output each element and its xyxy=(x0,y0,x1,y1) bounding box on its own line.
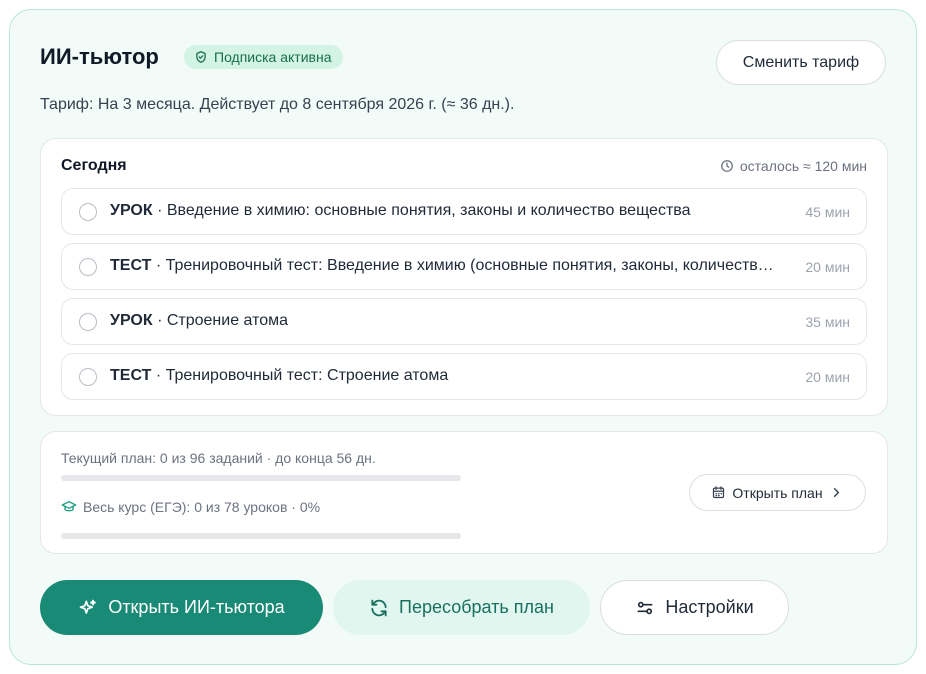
task-checkbox[interactable] xyxy=(79,313,97,331)
badge-label: Подписка активна xyxy=(214,49,332,65)
open-tutor-label: Открыть ИИ-тьютора xyxy=(108,597,285,617)
subscription-status-badge: Подписка активна xyxy=(184,45,344,69)
task-type: ТЕСТ xyxy=(110,367,152,384)
rebuild-plan-label: Пересобрать план xyxy=(399,597,554,617)
task-checkbox[interactable] xyxy=(79,203,97,221)
task-duration: 20 мин xyxy=(805,259,850,275)
task-type: УРОК xyxy=(110,312,153,329)
task-title: · Строение атома xyxy=(152,312,289,329)
task-title: · Введение в химию: основные понятия, за… xyxy=(152,202,691,219)
calendar-icon xyxy=(713,486,725,499)
change-tariff-button[interactable]: Сменить тариф xyxy=(716,40,886,85)
task-item[interactable]: ТЕСТ · Тренировочный тест: Строение атом… xyxy=(61,353,867,400)
course-progress-bar xyxy=(61,533,461,539)
task-label: УРОК · Строение атома xyxy=(110,312,782,330)
current-plan-progress-label: Текущий план: 0 из 96 заданий · до конца… xyxy=(61,450,376,466)
chevron-right-icon xyxy=(833,488,839,497)
progress-panel: Текущий план: 0 из 96 заданий · до конца… xyxy=(40,431,888,554)
task-duration: 20 мин xyxy=(805,369,850,385)
rebuild-plan-button[interactable]: Пересобрать план xyxy=(333,580,590,635)
course-progress-label: Весь курс (ЕГЭ): 0 из 78 уроков · 0% xyxy=(61,499,320,515)
open-plan-label: Открыть план xyxy=(732,484,823,501)
graduation-cap-icon xyxy=(61,501,77,512)
task-type: УРОК xyxy=(110,202,153,219)
task-duration: 45 мин xyxy=(805,204,850,220)
task-label: ТЕСТ · Тренировочный тест: Введение в хи… xyxy=(110,257,782,275)
settings-button[interactable]: Настройки xyxy=(600,580,789,635)
task-title: · Тренировочный тест: Введение в химию (… xyxy=(151,257,782,274)
current-plan-progress-bar xyxy=(61,475,461,481)
task-item[interactable]: ТЕСТ · Тренировочный тест: Введение в хи… xyxy=(61,243,867,290)
task-title: · Тренировочный тест: Строение атома xyxy=(151,367,449,384)
page-title: ИИ-тьютор xyxy=(40,44,159,69)
tariff-info: Тариф: На 3 месяца. Действует до 8 сентя… xyxy=(40,96,515,113)
task-type: ТЕСТ xyxy=(110,257,152,274)
refresh-icon xyxy=(371,599,387,616)
sparkles-icon xyxy=(79,599,97,614)
task-duration: 35 мин xyxy=(805,314,850,330)
task-item[interactable]: УРОК · Строение атома 35 мин xyxy=(61,298,867,345)
tutor-card: ИИ-тьютор Подписка активна Сменить тариф… xyxy=(9,9,917,665)
time-remaining: осталось ≈ 120 мин xyxy=(720,158,867,174)
course-progress-text: Весь курс (ЕГЭ): 0 из 78 уроков · 0% xyxy=(83,499,321,515)
sliders-icon xyxy=(637,601,653,614)
task-checkbox[interactable] xyxy=(79,368,97,386)
settings-label: Настройки xyxy=(665,597,754,617)
task-label: УРОК · Введение в химию: основные поняти… xyxy=(110,202,782,220)
task-item[interactable]: УРОК · Введение в химию: основные поняти… xyxy=(61,188,867,235)
open-plan-button[interactable]: Открыть план xyxy=(689,474,866,511)
today-title: Сегодня xyxy=(61,157,127,174)
open-tutor-button[interactable]: Открыть ИИ-тьютора xyxy=(40,580,323,635)
shield-check-icon xyxy=(196,51,206,63)
clock-icon xyxy=(720,160,733,172)
time-remaining-label: осталось ≈ 120 мин xyxy=(739,158,867,174)
task-checkbox[interactable] xyxy=(79,258,97,276)
today-panel: Сегодня осталось ≈ 120 мин УРОК · Введен… xyxy=(40,138,888,416)
task-label: ТЕСТ · Тренировочный тест: Строение атом… xyxy=(110,367,782,385)
